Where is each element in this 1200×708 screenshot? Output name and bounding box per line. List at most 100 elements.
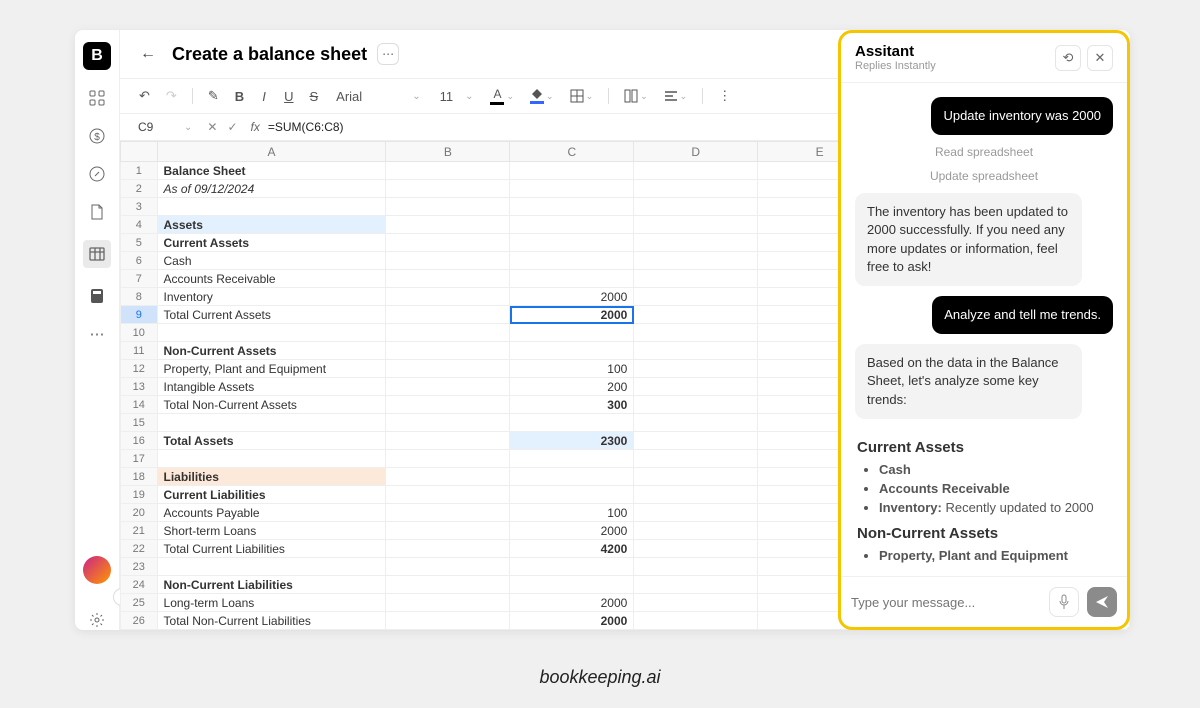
system-link[interactable]: Update spreadsheet	[930, 169, 1038, 183]
calculator-icon[interactable]	[87, 286, 107, 306]
row-header[interactable]: 24	[121, 576, 158, 594]
col-header[interactable]: D	[634, 142, 758, 162]
cell[interactable]	[634, 252, 758, 270]
cell[interactable]	[386, 522, 510, 540]
cell[interactable]	[386, 540, 510, 558]
cell[interactable]	[386, 630, 510, 631]
align-button[interactable]: ⌄	[659, 88, 693, 104]
cell[interactable]: Short-term Loans	[157, 522, 386, 540]
cell[interactable]	[634, 540, 758, 558]
cell[interactable]	[386, 594, 510, 612]
apps-icon[interactable]	[87, 88, 107, 108]
cell[interactable]: Total Non-Current Assets	[157, 396, 386, 414]
cell[interactable]: 300	[510, 396, 634, 414]
cell[interactable]	[386, 504, 510, 522]
cell[interactable]	[386, 270, 510, 288]
cell[interactable]	[386, 378, 510, 396]
cell[interactable]	[386, 324, 510, 342]
cell[interactable]	[634, 468, 758, 486]
cell[interactable]: 2000	[510, 522, 634, 540]
cell[interactable]: 200	[510, 378, 634, 396]
cell[interactable]	[157, 324, 386, 342]
cell[interactable]: 2000	[510, 594, 634, 612]
cell[interactable]	[386, 450, 510, 468]
font-select[interactable]: Arial⌄	[329, 86, 427, 107]
undo-button[interactable]: ↶	[134, 86, 155, 106]
system-link[interactable]: Read spreadsheet	[935, 145, 1033, 159]
text-color-button[interactable]: A⌄	[485, 85, 519, 107]
cell[interactable]: Intangible Assets	[157, 378, 386, 396]
cell[interactable]	[386, 198, 510, 216]
col-header[interactable]: B	[386, 142, 510, 162]
cell[interactable]: 100	[510, 504, 634, 522]
cell[interactable]	[634, 612, 758, 630]
cell[interactable]: Non-Current Liabilities	[157, 576, 386, 594]
cell[interactable]: Inventory	[157, 288, 386, 306]
cell[interactable]: 2300	[510, 432, 634, 450]
cell[interactable]	[634, 360, 758, 378]
underline-button[interactable]: U	[279, 87, 298, 106]
cell[interactable]	[510, 486, 634, 504]
more-icon[interactable]: ⋯	[87, 324, 107, 344]
cell[interactable]	[386, 342, 510, 360]
cell[interactable]: As of 09/12/2024	[157, 180, 386, 198]
cell[interactable]	[386, 162, 510, 180]
cell[interactable]: Assets	[157, 216, 386, 234]
cell[interactable]	[386, 576, 510, 594]
cell[interactable]: Balance Sheet	[157, 162, 386, 180]
back-button[interactable]: ←	[134, 40, 162, 68]
cell-name-box[interactable]: C9	[134, 118, 184, 136]
title-more-button[interactable]: ⋯	[377, 43, 399, 65]
cell[interactable]	[510, 252, 634, 270]
cell[interactable]	[386, 306, 510, 324]
cell[interactable]	[510, 414, 634, 432]
cell[interactable]	[634, 414, 758, 432]
row-header[interactable]: 13	[121, 378, 158, 396]
fill-color-button[interactable]: ⌄	[525, 87, 559, 106]
cell[interactable]	[634, 270, 758, 288]
row-header[interactable]: 14	[121, 396, 158, 414]
cell[interactable]	[634, 522, 758, 540]
cell[interactable]: Accounts Payable	[157, 504, 386, 522]
cell[interactable]: Total Current Liabilities	[157, 540, 386, 558]
cell[interactable]	[510, 216, 634, 234]
row-header[interactable]: 15	[121, 414, 158, 432]
cell[interactable]	[157, 558, 386, 576]
row-header[interactable]: 16	[121, 432, 158, 450]
row-header[interactable]: 2	[121, 180, 158, 198]
row-header[interactable]: 1	[121, 162, 158, 180]
cell[interactable]	[510, 270, 634, 288]
bold-button[interactable]: B	[230, 87, 249, 106]
send-button[interactable]	[1087, 587, 1117, 617]
row-header[interactable]: 5	[121, 234, 158, 252]
row-header[interactable]: 9	[121, 306, 158, 324]
cell[interactable]: 4200	[510, 540, 634, 558]
cell[interactable]	[634, 504, 758, 522]
cell[interactable]: Total Current Assets	[157, 306, 386, 324]
cell[interactable]	[634, 396, 758, 414]
document-icon[interactable]	[87, 202, 107, 222]
cell[interactable]	[157, 630, 386, 631]
cell[interactable]	[510, 180, 634, 198]
cell[interactable]	[157, 414, 386, 432]
cell[interactable]	[634, 324, 758, 342]
dollar-icon[interactable]: $	[87, 126, 107, 146]
cell[interactable]	[634, 216, 758, 234]
cell[interactable]	[634, 180, 758, 198]
row-header[interactable]: 6	[121, 252, 158, 270]
cell[interactable]	[634, 486, 758, 504]
cell[interactable]	[510, 576, 634, 594]
cell[interactable]	[634, 558, 758, 576]
cell[interactable]: 2000	[510, 288, 634, 306]
cell[interactable]	[634, 594, 758, 612]
cell[interactable]	[510, 342, 634, 360]
cell[interactable]	[634, 576, 758, 594]
cell[interactable]	[634, 306, 758, 324]
cell[interactable]: Cash	[157, 252, 386, 270]
cell[interactable]	[386, 288, 510, 306]
row-header[interactable]: 17	[121, 450, 158, 468]
cell[interactable]: 2000	[510, 306, 634, 324]
cell[interactable]	[634, 198, 758, 216]
cell[interactable]	[157, 198, 386, 216]
cell[interactable]	[634, 342, 758, 360]
